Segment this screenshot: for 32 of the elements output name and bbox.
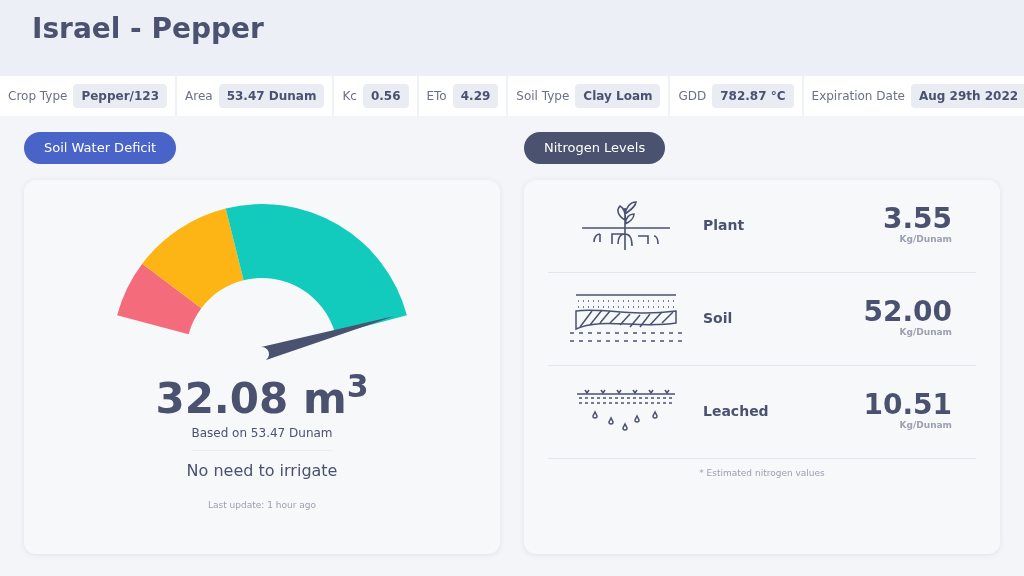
- field-label: Crop Type: [8, 88, 68, 105]
- unit-text: Kg/Dunam: [898, 232, 952, 246]
- field-label: GDD: [678, 88, 707, 105]
- field-label: Kc: [342, 88, 357, 105]
- field-value: 0.56: [362, 84, 409, 108]
- unit-text: Kg/Dunam: [898, 418, 952, 432]
- page-title: Israel - Pepper: [32, 12, 265, 46]
- field-value: 782.87 °C: [712, 84, 794, 108]
- field-value: 4.29: [452, 84, 499, 108]
- field-label: Area: [185, 88, 213, 105]
- nitrogen-value: 3.55: [882, 204, 952, 233]
- soil-layers-icon: [569, 292, 682, 345]
- section-heading[interactable]: Soil Water Deficit: [24, 132, 177, 164]
- nutrient-label: Soil: [703, 309, 734, 328]
- section-heading[interactable]: Nitrogen Levels: [524, 132, 666, 164]
- field-label: Expiration Date: [811, 88, 905, 105]
- field-value: Aug 29th 2022: [910, 84, 1024, 108]
- unit-text: Kg/Dunam: [898, 325, 952, 339]
- footnote-text: * Estimated nitrogen values: [698, 466, 826, 480]
- plant-roots-icon: [579, 199, 672, 252]
- last-update-text: Last update: 1 hour ago: [208, 498, 316, 512]
- nutrient-label: Leached: [703, 402, 770, 421]
- nutrient-label: Plant: [703, 216, 746, 235]
- field-value: Clay Loam: [575, 84, 661, 108]
- nitrogen-value: 10.51: [863, 390, 952, 419]
- basis-text: Based on 53.47 Dunam: [191, 424, 333, 442]
- field-value: 53.47 Dunam: [218, 84, 325, 108]
- field-value: Pepper/123: [73, 84, 167, 108]
- nitrogen-value: 52.00: [863, 297, 952, 326]
- field-label: ETo: [426, 88, 447, 105]
- field-label: Soil Type: [516, 88, 570, 105]
- advice-text: No need to irrigate: [186, 459, 338, 482]
